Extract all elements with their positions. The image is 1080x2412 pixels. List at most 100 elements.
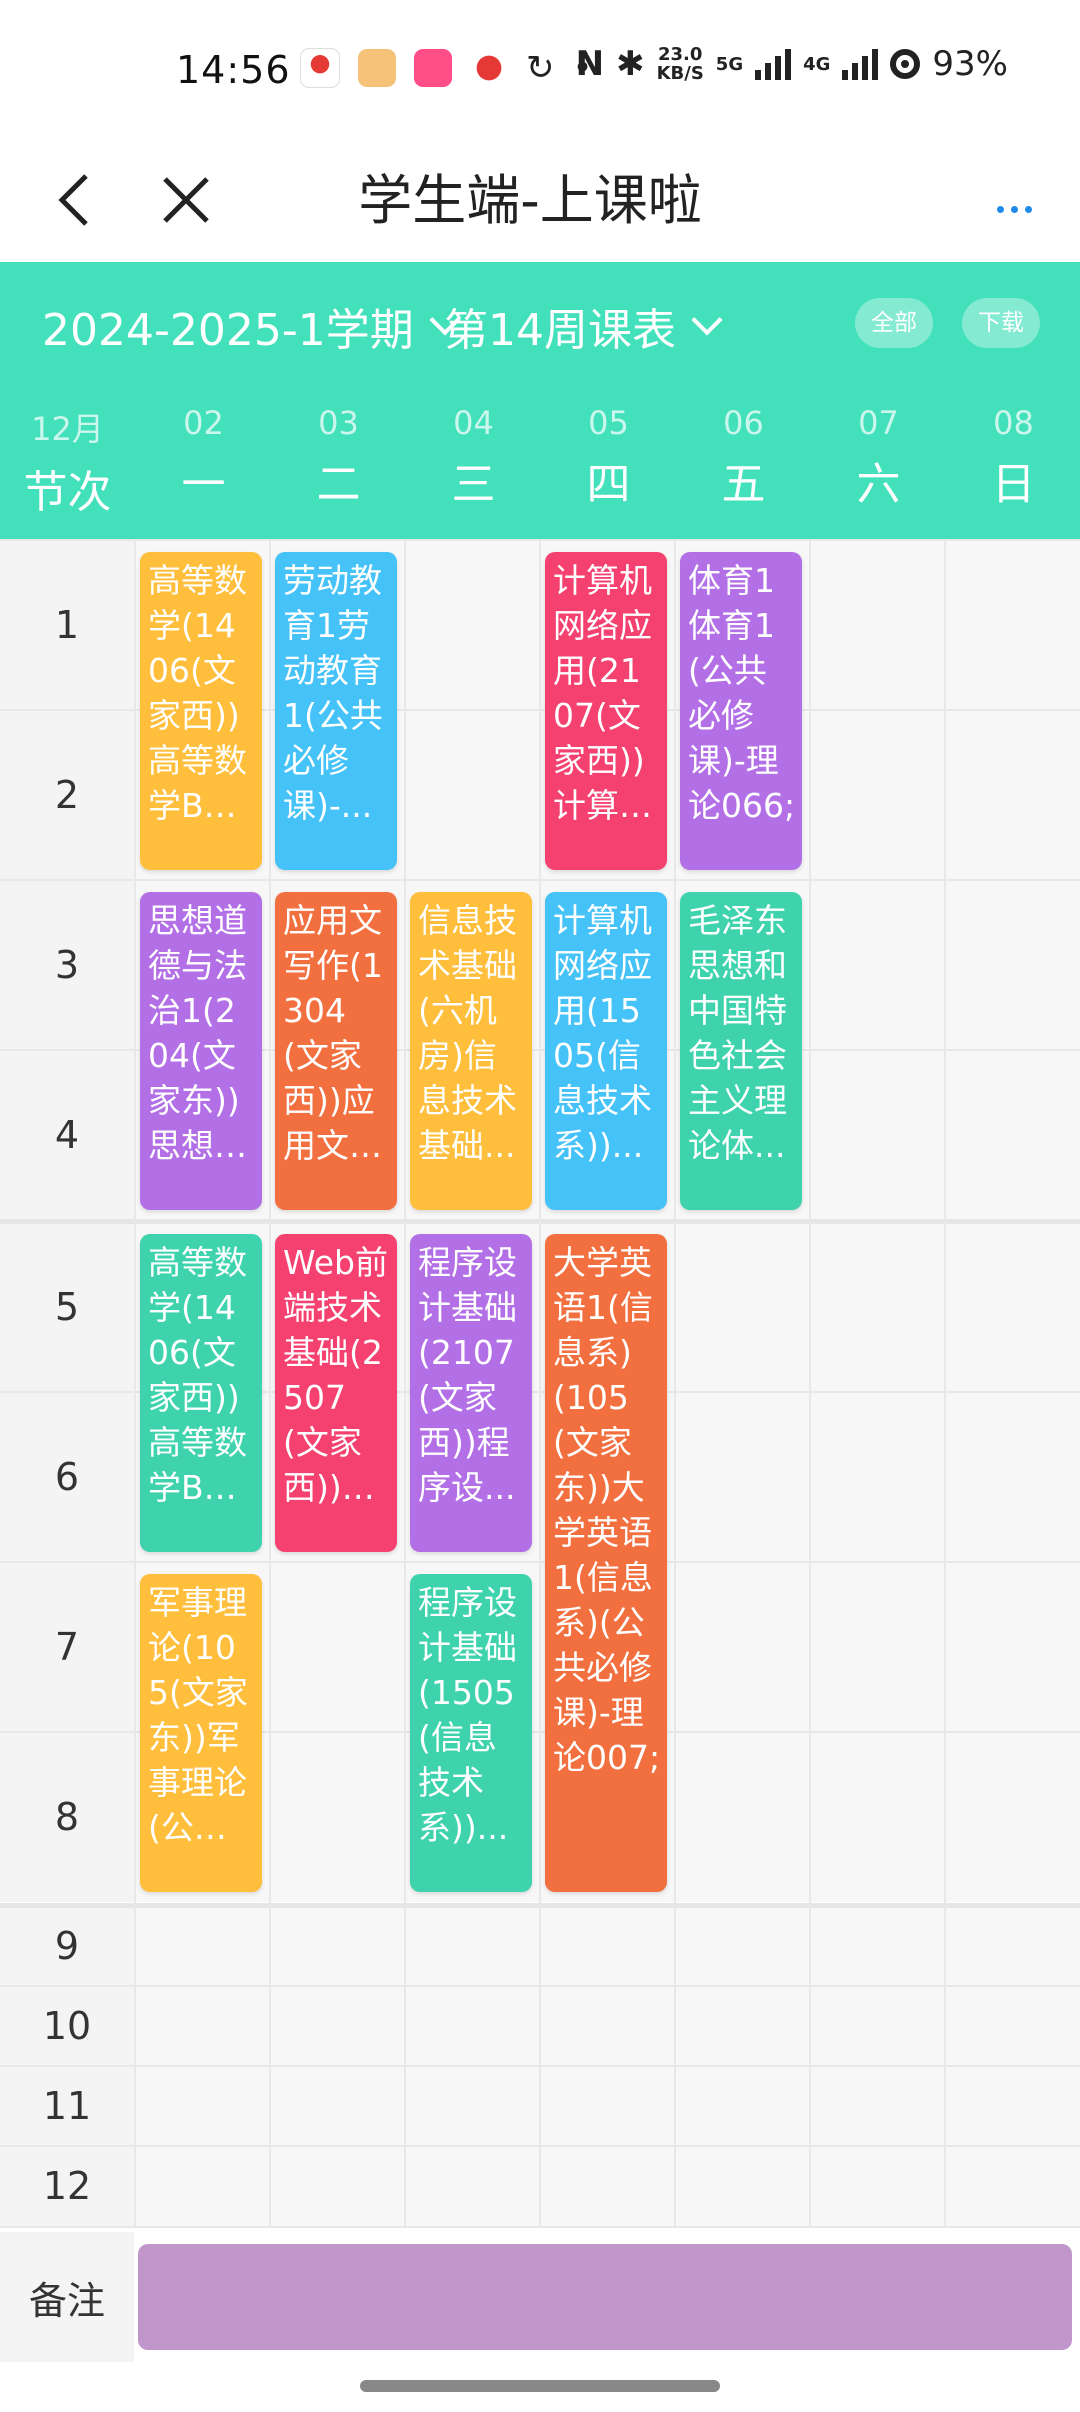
chevron-down-icon (691, 304, 723, 336)
timetable-cell[interactable] (271, 1732, 405, 1902)
timetable-cell[interactable] (946, 2146, 1080, 2226)
course-card[interactable]: 信息技术基础(六机房)信息技术基础... (410, 892, 532, 1210)
course-text: 高等数学(1406(文家西))高等数学B1班; (148, 1243, 247, 1507)
timetable-cell[interactable] (946, 540, 1080, 710)
course-card[interactable]: 应用文写作(1304(文家西))应用文写作... (275, 892, 397, 1210)
course-card[interactable]: 高等数学(1406(文家西))高等数学B1班; (140, 1234, 262, 1552)
timetable-cell[interactable] (946, 2066, 1080, 2146)
day-date: 08 (993, 404, 1034, 442)
course-card[interactable]: 程序设计基础(2107(文家西))程序设... (410, 1234, 532, 1552)
course-card[interactable]: 体育1体育1(公共必修课)-理论066; (680, 552, 802, 870)
timetable-cell[interactable] (811, 1986, 945, 2066)
day-weekday: 五 (721, 459, 766, 510)
timetable-cell[interactable] (676, 1222, 810, 1392)
timetable-cell[interactable] (811, 1562, 945, 1732)
course-card[interactable]: Web前端技术基础(2507(文家西))Web... (275, 1234, 397, 1552)
timetable-cell[interactable] (676, 2146, 810, 2226)
day-header-4: 05 四 (541, 404, 676, 512)
timetable-cell[interactable] (271, 1562, 405, 1732)
timetable-cell[interactable] (946, 1562, 1080, 1732)
timetable-cell[interactable] (811, 880, 945, 1050)
close-button[interactable] (146, 160, 226, 240)
timetable-cell[interactable] (946, 1050, 1080, 1220)
timetable-cell[interactable] (811, 2066, 945, 2146)
day-header-5: 06 五 (676, 404, 811, 512)
timetable-cell[interactable] (406, 1906, 540, 1986)
timetable-cell[interactable] (946, 1732, 1080, 1902)
timetable-cell[interactable] (271, 2146, 405, 2226)
timetable-cell[interactable] (541, 1906, 675, 1986)
timetable-cell[interactable] (541, 2066, 675, 2146)
timetable-cell[interactable] (271, 1906, 405, 1986)
course-card[interactable]: 计算机网络应用(2107(文家西))计算机... (545, 552, 667, 870)
period-number: 4 (0, 1050, 134, 1220)
timetable-cell[interactable] (406, 1986, 540, 2066)
home-indicator[interactable] (360, 2380, 720, 2392)
course-card[interactable]: 计算机网络应用(1505(信息技术系))... (545, 892, 667, 1210)
timetable-cell[interactable] (946, 1906, 1080, 1986)
timetable-cell[interactable] (136, 1986, 270, 2066)
timetable-cell[interactable] (676, 1732, 810, 1902)
timetable-cell[interactable] (406, 710, 540, 880)
battery-icon (890, 49, 921, 79)
remark-box[interactable] (138, 2244, 1072, 2350)
timetable-cell[interactable] (271, 2066, 405, 2146)
timetable-cell[interactable] (811, 2146, 945, 2226)
day-weekday: 日 (991, 459, 1036, 510)
timetable-cell[interactable] (811, 1392, 945, 1562)
course-text: 军事理论(105(文家东))军事理论(公共... (148, 1583, 248, 1847)
course-card[interactable]: 程序设计基础(1505(信息技术系))... (410, 1574, 532, 1892)
timetable-cell[interactable] (406, 2066, 540, 2146)
course-text: 高等数学(1406(文家西))高等数学B1班; (148, 561, 247, 825)
timetable-cell[interactable] (676, 1392, 810, 1562)
week-selector[interactable]: 第14周课表 (444, 294, 723, 358)
timetable-cell[interactable] (406, 540, 540, 710)
timetable-cell[interactable] (541, 2146, 675, 2226)
course-card[interactable]: 劳动教育1劳动教育1(公共必修课)-... (275, 552, 397, 870)
timetable-cell[interactable] (136, 2066, 270, 2146)
timetable-cell[interactable] (811, 540, 945, 710)
course-card[interactable]: 思想道德与法治1(204(文家东))思想道... (140, 892, 262, 1210)
period-number: 7 (0, 1562, 134, 1732)
timetable-cell[interactable] (811, 710, 945, 880)
more-button[interactable] (974, 170, 1054, 230)
show-all-button[interactable]: 全部 (855, 298, 933, 348)
timetable-cell[interactable] (676, 2066, 810, 2146)
download-button[interactable]: 下载 (962, 298, 1040, 348)
timetable-cell[interactable] (946, 1222, 1080, 1392)
back-button[interactable] (34, 160, 114, 240)
timetable-cell[interactable] (136, 2146, 270, 2226)
day-date: 04 (453, 404, 494, 442)
timetable-cell[interactable] (136, 1906, 270, 1986)
timetable-cell[interactable] (946, 1392, 1080, 1562)
course-card[interactable]: 毛泽东思想和中国特色社会主义理论体... (680, 892, 802, 1210)
timetable-cell[interactable] (406, 2146, 540, 2226)
column-divider (269, 540, 271, 2226)
course-card[interactable]: 高等数学(1406(文家西))高等数学B1班; (140, 552, 262, 870)
timetable-cell[interactable] (676, 1906, 810, 1986)
timetable-cell[interactable] (676, 1986, 810, 2066)
timetable-cell[interactable] (676, 1562, 810, 1732)
timetable-cell[interactable] (811, 1732, 945, 1902)
day-header-1: 02 一 (136, 404, 271, 512)
course-text: Web前端技术基础(2507(文家西))Web... (283, 1243, 388, 1507)
period-number: 12 (0, 2146, 134, 2226)
course-text: 应用文写作(1304(文家西))应用文写作... (283, 901, 383, 1165)
term-selector[interactable]: 2024-2025-1学期 (42, 294, 461, 358)
day-date: 02 (183, 404, 224, 442)
column-divider (539, 540, 541, 2226)
timetable-cell[interactable] (946, 710, 1080, 880)
day-header-3: 04 三 (406, 404, 541, 512)
course-card[interactable]: 军事理论(105(文家东))军事理论(公共... (140, 1574, 262, 1892)
day-weekday: 四 (586, 459, 631, 510)
timetable-cell[interactable] (811, 1906, 945, 1986)
timetable-cell[interactable] (811, 1050, 945, 1220)
timetable-cell[interactable] (541, 1986, 675, 2066)
timetable-cell[interactable] (946, 880, 1080, 1050)
period-number: 9 (0, 1906, 134, 1986)
chevron-left-icon (58, 174, 88, 226)
timetable-cell[interactable] (811, 1222, 945, 1392)
course-card[interactable]: 大学英语1(信息系)(105(文家东))大学英语1(信息系)(公共必修课)-理论… (545, 1234, 667, 1892)
timetable-cell[interactable] (946, 1986, 1080, 2066)
timetable-cell[interactable] (271, 1986, 405, 2066)
